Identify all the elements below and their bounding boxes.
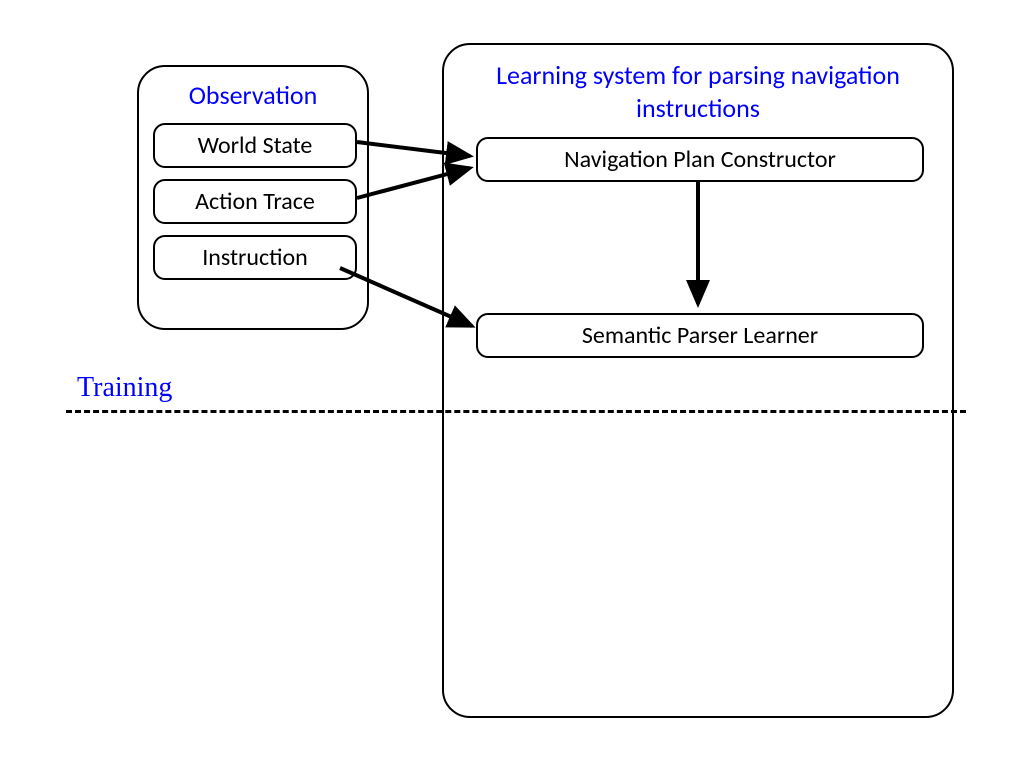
navigation-plan-constructor-label: Navigation Plan Constructor — [564, 145, 836, 174]
instruction-box: Instruction — [153, 235, 357, 280]
world-state-label: World State — [198, 131, 313, 160]
learning-system-container: Learning system for parsing navigation i… — [442, 43, 954, 718]
observation-container: Observation World State Action Trace Ins… — [137, 65, 369, 330]
training-divider-line — [66, 410, 966, 413]
semantic-parser-learner-box: Semantic Parser Learner — [476, 313, 924, 358]
observation-title: Observation — [139, 67, 367, 112]
navigation-plan-constructor-box: Navigation Plan Constructor — [476, 137, 924, 182]
instruction-label: Instruction — [202, 243, 308, 272]
semantic-parser-learner-label: Semantic Parser Learner — [582, 321, 818, 350]
action-trace-label: Action Trace — [195, 187, 315, 216]
world-state-box: World State — [153, 123, 357, 168]
action-trace-box: Action Trace — [153, 179, 357, 224]
training-label: Training — [77, 372, 172, 404]
learning-system-title: Learning system for parsing navigation i… — [444, 45, 952, 124]
